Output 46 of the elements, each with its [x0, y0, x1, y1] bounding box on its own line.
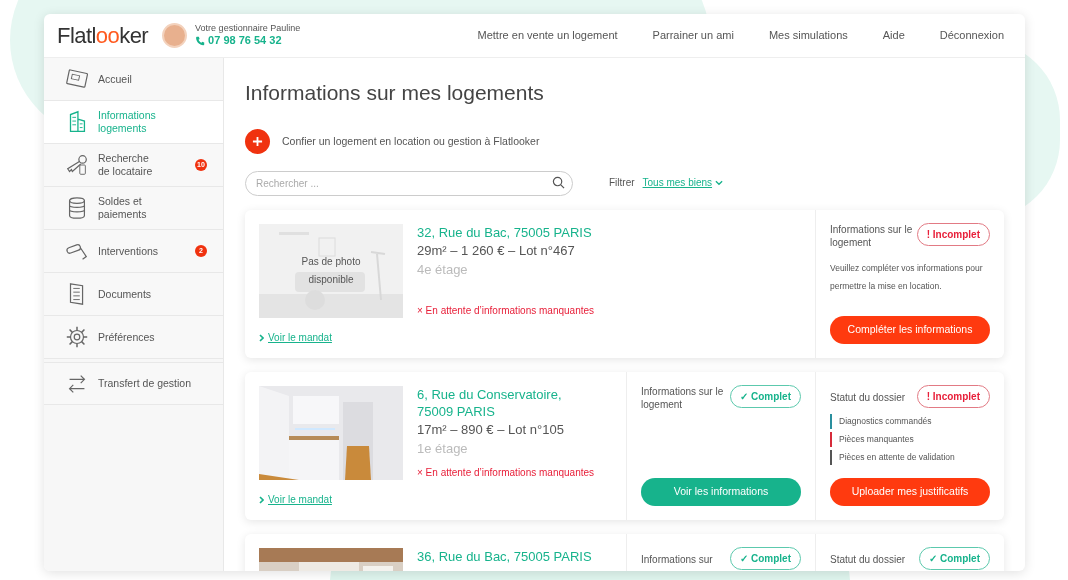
manager-label: Votre gestionnaire Pauline	[195, 23, 301, 35]
nav-link[interactable]: Mettre en vente un logement	[477, 27, 618, 44]
status-badge: ✓ Complet	[919, 547, 990, 570]
property-details: 17m² – 890 € – Lot n°105	[417, 421, 565, 439]
add-button[interactable]	[245, 129, 270, 154]
panel-title: Informations sur le logement	[830, 223, 914, 249]
property-details: 29m² – 1 260 € – Lot n°467	[417, 242, 576, 260]
panel-title: Statut du dossier	[830, 553, 907, 566]
panel-title: Informations sur le logement	[641, 385, 725, 411]
page-title: Informations sur mes logements	[245, 80, 545, 106]
search-field[interactable]: Rechercher ...	[245, 171, 573, 196]
legend-text: Pièces manquantes	[839, 433, 914, 446]
status-badge: ! Incomplet	[916, 223, 990, 246]
legend-text: Pièces en attente de validation	[839, 451, 955, 464]
sidebar-item[interactable]: Transfert de gestion	[44, 362, 223, 405]
phone-icon	[195, 36, 206, 47]
status-badge: ✓ Complet	[730, 547, 801, 570]
nav-link[interactable]: Aide	[882, 27, 905, 44]
no-photo-text: Pas de photo disponible	[300, 255, 362, 287]
add-property-text: Confier un logement en location ou gestion à Flatlooker	[282, 133, 540, 149]
floor-text: 1e étage	[417, 440, 469, 458]
chevron-right-icon	[259, 495, 264, 504]
plus-icon	[252, 136, 263, 147]
search-icon	[552, 176, 565, 189]
phone-number: 07 98 76 54 32	[208, 34, 282, 48]
panel-message: Veuillez compléter vos informations pour permettre la mise en location.	[830, 262, 984, 293]
status-badge: ! Incomplet	[916, 385, 990, 408]
nav-link[interactable]: Mes simulations	[768, 27, 848, 44]
keys-icon	[64, 152, 90, 178]
settings-icon	[64, 324, 90, 350]
panel-title: Statut du dossier	[830, 391, 907, 404]
legend-text: Diagnostics commandés	[839, 415, 932, 428]
nav-link[interactable]: Parrainer un ami	[652, 27, 734, 44]
floor-text: 4e étage	[417, 261, 469, 279]
action-button[interactable]: Compléter les informations	[830, 316, 990, 344]
status-badge: ✓ Complet	[730, 385, 801, 408]
action-button[interactable]: Uploader mes justificatifs	[830, 478, 990, 506]
nav-link[interactable]: Déconnexion	[939, 27, 1004, 44]
filter-label: Filtrer	[609, 176, 635, 190]
avatar	[162, 23, 188, 48]
chevron-right-icon	[259, 333, 264, 342]
chevron-down-icon	[715, 179, 724, 186]
warning-text: × En attente d’informations manquantes	[417, 466, 596, 480]
warning-text: × En attente d’informations manquantes	[417, 304, 595, 318]
panel-title: Informations sur	[641, 553, 714, 566]
logo[interactable]: Flatlooker	[57, 19, 149, 52]
